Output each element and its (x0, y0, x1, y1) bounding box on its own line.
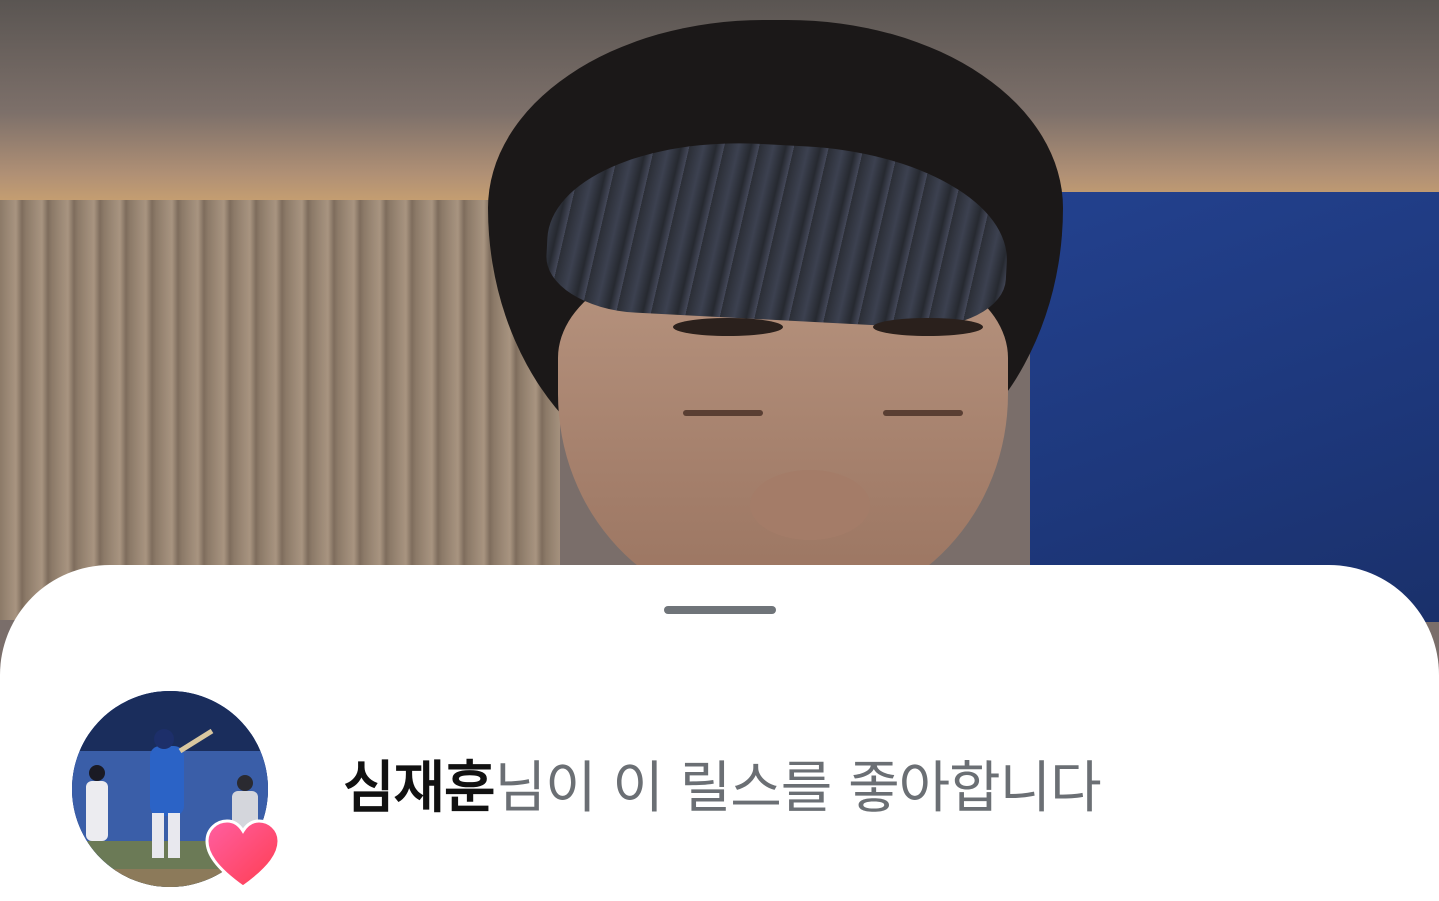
liker-avatar-group[interactable] (72, 691, 287, 891)
person-eye-right (883, 410, 963, 416)
person-brow-right (873, 318, 983, 336)
person-nose (750, 470, 870, 540)
video-blue-panel (1030, 192, 1439, 622)
likes-bottom-sheet: 심재훈님이 이 릴스를 좋아합니다 (0, 565, 1439, 901)
liker-username[interactable]: 심재훈 (343, 756, 496, 821)
heart-icon (205, 819, 281, 891)
person-brow-left (673, 318, 783, 336)
person-eye-left (683, 410, 763, 416)
like-notice-text: 심재훈님이 이 릴스를 좋아합니다 (343, 755, 1102, 823)
reels-screen: 심재훈님이 이 릴스를 좋아합니다 (0, 0, 1439, 901)
like-action-text: 님이 이 릴스를 좋아합니다 (494, 756, 1102, 821)
video-person (488, 0, 1063, 610)
video-wall (0, 200, 560, 620)
sheet-drag-handle[interactable] (664, 606, 776, 614)
